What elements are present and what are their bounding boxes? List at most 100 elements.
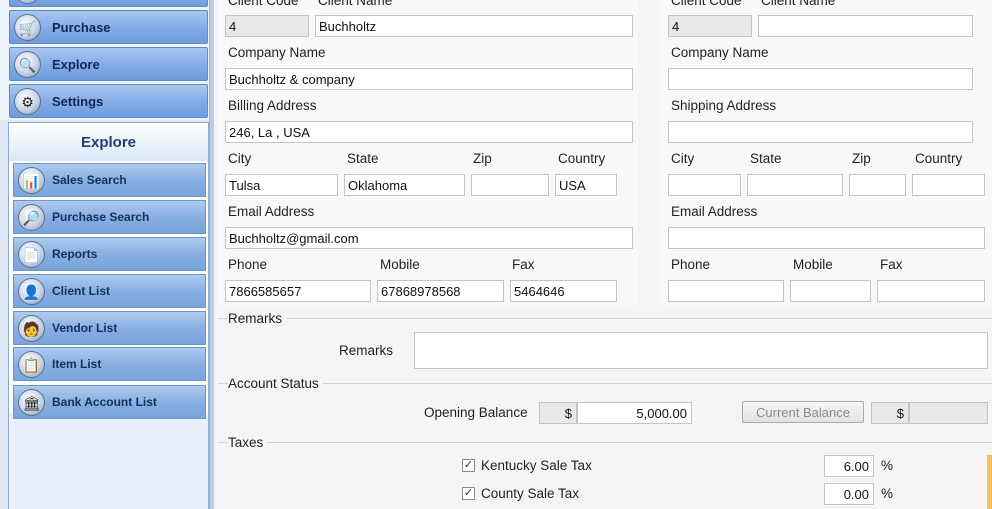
purchase-search-icon: 🔎 [18, 204, 45, 231]
fax-field[interactable]: 5464646 [510, 280, 617, 302]
ship-email-label: Email Address [671, 204, 758, 219]
phone-label: Phone [228, 257, 268, 272]
navigation-pane: ◎ 🛒 Purchase 🔍 Explore ⚙ Settings Explor… [0, 0, 214, 509]
client-list-icon: 👤 [18, 278, 45, 305]
ship-fax-field[interactable] [877, 280, 985, 302]
explore-panel-empty-area [9, 413, 208, 509]
sidebar-item-vendor-list[interactable]: 🧑 Vendor List [13, 311, 206, 345]
account-status-group-title: Account Status [228, 376, 323, 391]
ship-phone-field[interactable] [668, 280, 784, 302]
client-code-field[interactable]: 4 [225, 15, 309, 37]
sidebar-item-sales-search[interactable]: 📊 Sales Search [13, 163, 206, 197]
mobile-field[interactable]: 67868978568 [377, 280, 504, 302]
ship-company-name-field[interactable] [668, 68, 973, 90]
county-tax-checkbox[interactable]: ✓ [462, 487, 475, 500]
email-label: Email Address [228, 204, 315, 219]
ship-client-name-field[interactable] [758, 15, 973, 37]
mobile-label: Mobile [380, 257, 420, 272]
ship-country-label: Country [915, 151, 963, 166]
remarks-label: Remarks [339, 343, 394, 358]
purchase-icon: 🛒 [14, 14, 41, 41]
settings-icon: ⚙ [14, 88, 41, 115]
ship-client-code-field[interactable]: 4 [668, 15, 752, 37]
sidebar-item-label: Item List [52, 357, 102, 371]
zip-field[interactable] [471, 174, 549, 196]
bank-account-icon: 🏛 [18, 389, 45, 416]
company-name-label: Company Name [228, 45, 326, 60]
zip-label: Zip [473, 151, 492, 166]
kentucky-tax-label: Kentucky Sale Tax [481, 458, 592, 473]
ship-email-field[interactable] [668, 227, 985, 249]
ship-state-field[interactable] [747, 174, 843, 196]
nav-top-section: ◎ 🛒 Purchase 🔍 Explore ⚙ Settings [0, 0, 214, 120]
nav-button-hidden[interactable]: ◎ [9, 0, 208, 7]
client-name-field[interactable]: Buchholtz [315, 15, 633, 37]
county-tax-percent: % [881, 486, 894, 501]
kentucky-tax-checkbox[interactable]: ✓ [462, 459, 475, 472]
ship-zip-field[interactable] [849, 174, 906, 196]
sidebar-item-label: Reports [52, 247, 98, 261]
reports-icon: 📄 [18, 241, 45, 268]
nav-button-explore[interactable]: 🔍 Explore [9, 47, 208, 81]
ship-client-code-label: Client Code [671, 0, 742, 8]
state-field[interactable]: Oklahoma [344, 174, 465, 196]
email-field[interactable]: Buchholtz@gmail.com [225, 227, 633, 249]
sidebar-item-reports[interactable]: 📄 Reports [13, 237, 206, 271]
nav-button-settings[interactable]: ⚙ Settings [9, 84, 208, 118]
client-form: Client Code Client Name 4 Buchholtz Comp… [214, 0, 992, 509]
company-name-field[interactable]: Buchholtz & company [225, 68, 633, 90]
nav-button-label: Settings [52, 94, 104, 109]
current-balance-currency: $ [871, 402, 909, 424]
ship-country-field[interactable] [912, 174, 985, 196]
sidebar-item-label: Sales Search [52, 173, 127, 187]
taxes-group [218, 442, 992, 509]
sidebar-item-item-list[interactable]: 📋 Item List [13, 347, 206, 381]
remarks-group-title: Remarks [228, 311, 287, 326]
sidebar-item-purchase-search[interactable]: 🔎 Purchase Search [13, 200, 206, 234]
sidebar-item-label: Purchase Search [52, 210, 150, 224]
nav-button-label: Purchase [52, 20, 111, 35]
ship-city-label: City [671, 151, 695, 166]
billing-address-label: Billing Address [228, 98, 317, 113]
sidebar-item-label: Vendor List [52, 321, 118, 335]
city-label: City [228, 151, 252, 166]
billing-address-field[interactable]: 246, La , USA [225, 121, 633, 143]
taxes-group-title: Taxes [228, 435, 268, 450]
explore-panel-title: Explore [9, 123, 208, 161]
phone-field[interactable]: 7866585657 [225, 280, 371, 302]
kentucky-tax-percent: % [881, 458, 894, 473]
country-label: Country [558, 151, 606, 166]
sidebar-item-bank-account-list[interactable]: 🏛 Bank Account List [13, 385, 206, 419]
shipping-address-field[interactable] [668, 121, 973, 143]
sales-search-icon: 📊 [18, 167, 45, 194]
sidebar-item-label: Client List [52, 284, 111, 298]
nav-button-purchase[interactable]: 🛒 Purchase [9, 10, 208, 44]
opening-balance-label: Opening Balance [424, 405, 528, 420]
opening-balance-field[interactable]: 5,000.00 [577, 402, 692, 424]
opening-balance-currency: $ [539, 402, 577, 424]
current-balance-field [909, 402, 988, 424]
accent-edge [987, 455, 992, 509]
hidden-icon: ◎ [14, 0, 41, 4]
ship-phone-label: Phone [671, 257, 711, 272]
kentucky-tax-rate-field[interactable]: 6.00 [824, 455, 874, 477]
county-tax-label: County Sale Tax [481, 486, 580, 501]
state-label: State [347, 151, 379, 166]
ship-company-name-label: Company Name [671, 45, 769, 60]
ship-client-name-label: Client Name [761, 0, 836, 8]
ship-fax-label: Fax [880, 257, 903, 272]
explore-icon: 🔍 [14, 51, 41, 78]
current-balance-button[interactable]: Current Balance [742, 401, 864, 423]
shipping-address-label: Shipping Address [671, 98, 777, 113]
country-field[interactable]: USA [555, 174, 617, 196]
sidebar-item-client-list[interactable]: 👤 Client List [13, 274, 206, 308]
ship-city-field[interactable] [668, 174, 741, 196]
sidebar-item-label: Bank Account List [52, 395, 157, 409]
vendor-list-icon: 🧑 [18, 315, 45, 342]
remarks-field[interactable] [414, 332, 988, 369]
city-field[interactable]: Tulsa [225, 174, 338, 196]
fax-label: Fax [512, 257, 535, 272]
nav-button-label: Explore [52, 57, 100, 72]
ship-mobile-field[interactable] [790, 280, 871, 302]
county-tax-rate-field[interactable]: 0.00 [824, 483, 874, 505]
